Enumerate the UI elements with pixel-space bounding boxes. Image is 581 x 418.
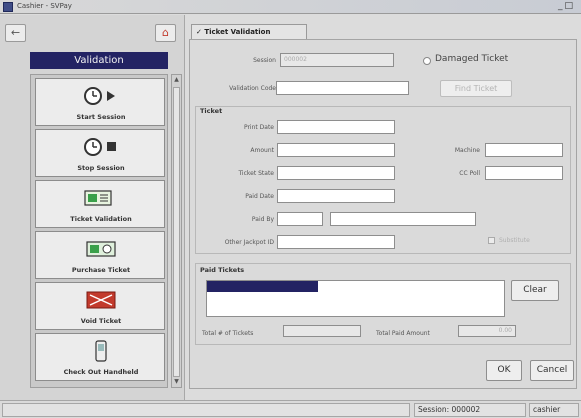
paid-tickets-selected-row[interactable] bbox=[207, 281, 318, 292]
tab-label: Ticket Validation bbox=[204, 28, 271, 36]
status-bar: Session: 000002 cashier bbox=[0, 400, 581, 418]
back-button[interactable]: ← bbox=[5, 24, 26, 42]
status-session: Session: 000002 bbox=[414, 403, 526, 417]
sidebar-item-ticket-validation[interactable]: Ticket Validation bbox=[35, 180, 165, 228]
status-user: cashier bbox=[529, 403, 579, 417]
ticket-state-label: Ticket State bbox=[238, 170, 274, 177]
print-date-label: Print Date bbox=[243, 124, 274, 131]
ok-button[interactable]: OK bbox=[486, 360, 522, 381]
tab-ticket-validation[interactable]: ✓ Ticket Validation bbox=[191, 24, 307, 40]
amount-label: Amount bbox=[250, 147, 274, 154]
sidebar-item-purchase-ticket[interactable]: Purchase Ticket bbox=[35, 231, 165, 279]
total-paid-amount-field: 0.00 bbox=[458, 325, 516, 337]
validation-code-input[interactable] bbox=[276, 81, 409, 95]
sidebar-item-start-session[interactable]: Start Session bbox=[35, 78, 165, 126]
sidebar-item-label: Stop Session bbox=[77, 164, 125, 172]
total-tickets-field bbox=[283, 325, 361, 337]
print-date-field bbox=[277, 120, 395, 134]
cc-poll-label: CC Poll bbox=[459, 170, 480, 177]
clock-stop-icon bbox=[36, 136, 166, 158]
sidebar-item-label: Check Out Handheld bbox=[63, 368, 139, 376]
purchase-ticket-icon bbox=[36, 238, 166, 260]
title-bar: Cashier - SVPay _□ bbox=[0, 0, 581, 14]
other-jackpot-field bbox=[277, 235, 395, 249]
machine-label: Machine bbox=[454, 147, 480, 154]
damaged-ticket-label: Damaged Ticket bbox=[435, 54, 509, 64]
sidebar-scrollbar[interactable]: ▲ ▼ bbox=[171, 74, 182, 388]
status-message-cell bbox=[2, 403, 410, 417]
total-tickets-label: Total # of Tickets bbox=[202, 330, 254, 337]
session-label: Session bbox=[253, 57, 276, 64]
machine-field bbox=[485, 143, 563, 157]
home-button[interactable]: ⌂ bbox=[155, 24, 176, 42]
paid-by-id-field bbox=[277, 212, 323, 226]
cc-poll-field bbox=[485, 166, 563, 180]
damaged-ticket-radio[interactable] bbox=[423, 57, 431, 65]
scroll-up-icon[interactable]: ▲ bbox=[172, 75, 181, 85]
cancel-label: Cancel bbox=[536, 365, 568, 375]
sidebar-item-void-ticket[interactable]: Void Ticket bbox=[35, 282, 165, 330]
arrow-left-icon: ← bbox=[10, 26, 21, 39]
sidebar-nav: Start Session Stop Session Ticket Valida… bbox=[30, 74, 168, 388]
sidebar-item-stop-session[interactable]: Stop Session bbox=[35, 129, 165, 177]
validation-code-label: Validation Code bbox=[229, 85, 276, 92]
clear-button[interactable]: Clear bbox=[511, 280, 559, 301]
scroll-down-icon[interactable]: ▼ bbox=[172, 377, 181, 387]
ticket-validation-panel: Session 000002 Damaged Ticket Validation… bbox=[189, 39, 577, 389]
paid-by-label: Paid By bbox=[251, 216, 274, 223]
sidebar-item-check-out-handheld[interactable]: Check Out Handheld bbox=[35, 333, 165, 381]
cancel-button[interactable]: Cancel bbox=[530, 360, 574, 381]
ticket-section-title: Ticket bbox=[200, 107, 223, 115]
find-ticket-button[interactable]: Find Ticket bbox=[440, 80, 512, 97]
ticket-validation-icon bbox=[36, 187, 166, 209]
app-icon bbox=[3, 2, 13, 12]
substitute-label: Substitute bbox=[499, 237, 530, 244]
window-title: Cashier - SVPay bbox=[17, 2, 72, 10]
paid-date-label: Paid Date bbox=[245, 193, 274, 200]
find-ticket-label: Find Ticket bbox=[454, 84, 498, 93]
sidebar-item-label: Void Ticket bbox=[80, 317, 122, 325]
window-controls[interactable]: _□ bbox=[558, 1, 575, 11]
home-icon: ⌂ bbox=[162, 26, 169, 39]
paid-tickets-list[interactable] bbox=[206, 280, 505, 317]
void-ticket-icon bbox=[36, 289, 166, 311]
sidebar-header: Validation bbox=[30, 52, 168, 69]
sidebar-item-label: Purchase Ticket bbox=[71, 266, 131, 274]
session-field: 000002 bbox=[280, 53, 394, 67]
clock-play-icon bbox=[36, 85, 166, 107]
clear-label: Clear bbox=[523, 285, 547, 295]
sidebar-item-label: Ticket Validation bbox=[70, 215, 132, 223]
total-paid-amount-label: Total Paid Amount bbox=[376, 330, 430, 337]
ticket-state-field bbox=[277, 166, 395, 180]
scroll-thumb[interactable] bbox=[173, 87, 180, 377]
paid-date-field bbox=[277, 189, 395, 203]
sidebar-item-label: Start Session bbox=[76, 113, 126, 121]
amount-field bbox=[277, 143, 395, 157]
ok-label: OK bbox=[497, 365, 511, 375]
paid-tickets-title: Paid Tickets bbox=[200, 266, 245, 274]
substitute-checkbox[interactable] bbox=[488, 237, 495, 244]
handheld-icon bbox=[36, 340, 166, 362]
paid-by-name-field bbox=[330, 212, 476, 226]
other-jackpot-label: Other Jackpot ID bbox=[224, 239, 274, 246]
